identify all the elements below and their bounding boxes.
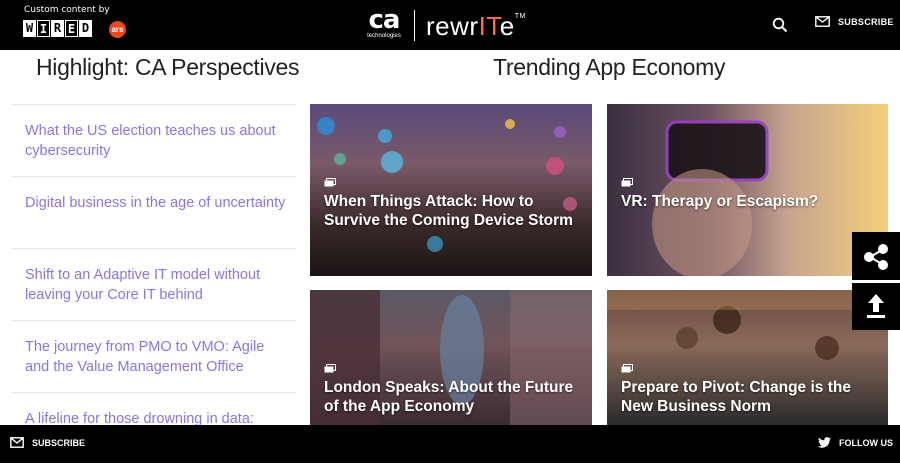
article-link[interactable]: Shift to an Adaptive IT model without le… — [25, 265, 286, 305]
wired-letter: E — [65, 20, 78, 37]
article-card[interactable]: London Speaks: About the Future of the A… — [310, 290, 592, 426]
gallery-icon — [324, 178, 336, 187]
rewrite-logo-pre: rewr — [426, 11, 479, 41]
rewrite-logo-post: e — [499, 11, 515, 41]
ca-technologies-logo[interactable]: ca technologies — [364, 5, 404, 40]
subscribe-label: SUBSCRIBE — [838, 16, 894, 27]
ars-logo[interactable]: ars — [109, 21, 126, 38]
perspectives-list: What the US election teaches us about cy… — [11, 104, 296, 464]
section-heading-trending: Trending App Economy — [493, 54, 726, 80]
wired-letter: D — [79, 20, 92, 37]
subscribe-button[interactable]: SUBSCRIBE — [815, 16, 894, 27]
list-item: Shift to an Adaptive IT model without le… — [11, 248, 296, 320]
ca-logo-tagline: technologies — [367, 33, 401, 39]
footer-subscribe-button[interactable]: SUBSCRIBE — [10, 437, 85, 448]
back-to-top-button[interactable] — [852, 283, 900, 330]
article-card[interactable]: Prepare to Pivot: Change is the New Busi… — [607, 290, 888, 426]
card-title: Prepare to Pivot: Change is the New Busi… — [621, 379, 851, 415]
article-card[interactable]: When Things Attack: How to Survive the C… — [310, 104, 592, 276]
wired-letter: W — [23, 20, 36, 37]
list-item: Digital business in the age of uncertain… — [11, 176, 296, 248]
wired-logo[interactable]: W I R E D — [23, 20, 93, 37]
article-link[interactable]: What the US election teaches us about cy… — [25, 121, 286, 161]
article-card[interactable]: VR: Therapy or Escapism? — [607, 104, 888, 276]
ca-logo-mark: ca — [368, 5, 401, 35]
share-button[interactable] — [852, 232, 900, 280]
rewrite-logo-tm: TM — [514, 13, 526, 20]
section-heading-perspectives: Highlight: CA Perspectives — [36, 54, 300, 80]
custom-content-label: Custom content by — [24, 5, 110, 15]
wired-letter: I — [37, 20, 50, 37]
share-icon — [864, 244, 888, 270]
mail-icon — [10, 437, 24, 448]
rewrite-logo-it: IT — [478, 11, 500, 41]
card-title: When Things Attack: How to Survive the C… — [324, 193, 573, 229]
gallery-icon — [324, 364, 336, 373]
upload-icon — [867, 294, 885, 318]
top-bar: Custom content by W I R E D ars ca techn… — [0, 0, 900, 50]
card-image-decoration — [652, 120, 769, 276]
list-item: What the US election teaches us about cy… — [11, 104, 296, 176]
article-link[interactable]: Digital business in the age of uncertain… — [25, 193, 286, 213]
follow-us-label: FOLLOW US — [839, 437, 893, 448]
card-title: London Speaks: About the Future of the A… — [324, 379, 574, 415]
article-link[interactable]: The journey from PMO to VMO: Agile and t… — [25, 337, 286, 377]
gallery-icon — [621, 364, 633, 373]
rewrite-logo[interactable]: rewrITeTM — [426, 11, 526, 42]
gallery-icon — [621, 178, 633, 187]
footer-subscribe-label: SUBSCRIBE — [32, 437, 86, 448]
mail-icon — [815, 16, 830, 27]
follow-us-button[interactable]: FOLLOW US — [818, 437, 893, 448]
twitter-icon — [818, 437, 831, 448]
list-item: The journey from PMO to VMO: Agile and t… — [11, 320, 296, 392]
logo-divider — [414, 10, 415, 41]
card-image-decoration — [317, 117, 577, 252]
card-title: VR: Therapy or Escapism? — [621, 193, 819, 210]
wired-letter: R — [51, 20, 64, 37]
search-icon[interactable] — [772, 17, 788, 33]
bottom-bar: SUBSCRIBE FOLLOW US — [0, 425, 900, 463]
